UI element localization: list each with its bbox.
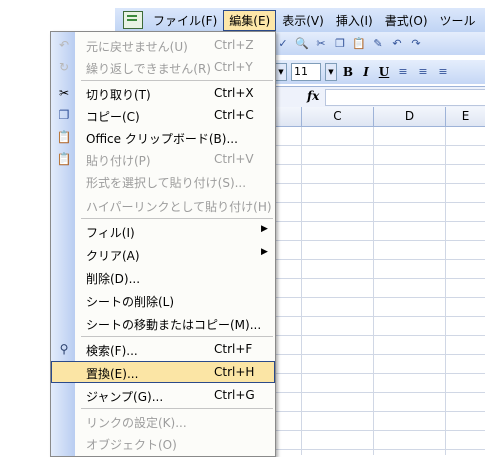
menu-item-copy[interactable]: ❐ コピー(C) Ctrl+C (51, 104, 275, 126)
align-right-icon[interactable]: ≡ (435, 64, 451, 80)
menu-item-label: 元に戻せません(U) (86, 40, 188, 54)
paste-icon: 📋 (56, 152, 72, 166)
menu-separator (81, 336, 273, 337)
copy-icon[interactable]: ❐ (332, 36, 348, 52)
column-header-d[interactable]: D (374, 107, 446, 127)
research-icon[interactable]: 🔍 (294, 36, 310, 52)
menu-item-label: ハイパーリンクとして貼り付け(H) (86, 200, 272, 214)
menu-item-label: ジャンプ(G)... (86, 390, 164, 404)
menu-format[interactable]: 書式(O) (379, 10, 434, 31)
menu-item-label: 形式を選択して貼り付け(S)... (86, 176, 247, 190)
format-painter-icon[interactable]: ✎ (370, 36, 386, 52)
cut-icon[interactable]: ✂ (313, 36, 329, 52)
binoculars-icon: ⚲ (59, 342, 69, 356)
formatting-toolbar: ▼ 11 ▼ B I U ≡ ≡ ≡ (271, 60, 485, 84)
menu-item-shortcut: Ctrl+H (214, 365, 255, 379)
underline-button[interactable]: U (377, 65, 391, 79)
menu-item-delete-sheet[interactable]: シートの削除(L) (51, 289, 275, 311)
menu-item-undo[interactable]: ↶ 元に戻せません(U) Ctrl+Z (51, 34, 275, 56)
menu-item-object[interactable]: オブジェクト(O) (51, 432, 275, 454)
menu-item-label: 切り取り(T) (86, 88, 151, 102)
menu-item-shortcut: Ctrl+Y (214, 60, 253, 74)
menu-view[interactable]: 表示(V) (276, 10, 330, 31)
menu-item-label: 置換(E)... (86, 367, 139, 381)
menu-item-delete[interactable]: 削除(D)... (51, 266, 275, 288)
excel-doc-icon[interactable] (123, 11, 143, 29)
menu-item-redo[interactable]: ↻ 繰り返しできません(R) Ctrl+Y (51, 56, 275, 78)
menu-item-paste-special[interactable]: 形式を選択して貼り付け(S)... (51, 170, 275, 192)
menu-item-shortcut: Ctrl+Z (214, 38, 254, 52)
cell-grid[interactable] (271, 127, 485, 455)
copy-icon: ❐ (58, 108, 70, 122)
menu-item-label: オブジェクト(O) (86, 438, 177, 452)
font-size-dropdown-icon[interactable]: ▼ (325, 63, 337, 81)
standard-toolbar: ✓ 🔍 ✂ ❐ 📋 ✎ ↶ ↷ (271, 32, 485, 55)
clipboard-icon: 📋 (56, 130, 72, 144)
menu-separator (81, 408, 273, 409)
align-left-icon[interactable]: ≡ (395, 64, 411, 80)
menu-item-paste-hyperlink[interactable]: ハイパーリンクとして貼り付け(H) (51, 194, 275, 216)
menu-bar: ファイル(F) 編集(E) 表示(V) 挿入(I) 書式(O) ツール (115, 8, 485, 33)
menu-item-label: Office クリップボード(B)... (86, 132, 238, 146)
menu-item-label: シートの削除(L) (86, 295, 175, 309)
font-name-dropdown-icon[interactable]: ▼ (275, 63, 287, 81)
menu-item-label: 繰り返しできません(R) (86, 62, 211, 76)
font-size-field[interactable]: 11 (291, 63, 321, 81)
column-header-c[interactable]: C (302, 107, 374, 127)
submenu-arrow-icon: ▶ (261, 247, 268, 257)
menu-item-label: 検索(F)... (86, 344, 138, 358)
menu-item-shortcut: Ctrl+C (214, 108, 254, 122)
menu-item-paste[interactable]: 📋 貼り付け(P) Ctrl+V (51, 148, 275, 170)
menu-item-fill[interactable]: フィル(I) ▶ (51, 220, 275, 242)
menu-separator (81, 218, 273, 219)
formula-bar: fx (271, 86, 485, 108)
menu-item-move-copy-sheet[interactable]: シートの移動またはコピー(M)... (51, 312, 275, 334)
menu-item-label: フィル(I) (86, 226, 135, 240)
scissors-icon: ✂ (58, 86, 70, 100)
menu-item-links[interactable]: リンクの設定(K)... (51, 410, 275, 432)
undo-icon[interactable]: ↶ (389, 36, 405, 52)
edit-menu-dropdown: ↶ 元に戻せません(U) Ctrl+Z ↻ 繰り返しできません(R) Ctrl+… (50, 31, 276, 457)
fx-icon[interactable]: fx (307, 89, 319, 103)
menu-item-cut[interactable]: ✂ 切り取り(T) Ctrl+X (51, 82, 275, 104)
formula-input[interactable] (325, 89, 485, 106)
redo-icon[interactable]: ↷ (408, 36, 424, 52)
menu-item-label: 削除(D)... (86, 272, 141, 286)
menu-item-shortcut: Ctrl+X (214, 86, 254, 100)
submenu-arrow-icon: ▶ (261, 224, 268, 234)
spellcheck-icon[interactable]: ✓ (275, 36, 291, 52)
italic-button[interactable]: I (359, 65, 373, 79)
bold-button[interactable]: B (341, 65, 355, 79)
menu-tools[interactable]: ツール (434, 10, 482, 31)
menu-item-label: コピー(C) (86, 110, 140, 124)
menu-item-clear[interactable]: クリア(A) ▶ (51, 243, 275, 265)
menu-item-label: 貼り付け(P) (86, 154, 151, 168)
redo-icon: ↻ (58, 60, 70, 74)
menu-insert[interactable]: 挿入(I) (330, 10, 379, 31)
menu-separator (81, 80, 273, 81)
menu-item-label: クリア(A) (86, 249, 140, 263)
menu-item-office-clipboard[interactable]: 📋 Office クリップボード(B)... (51, 126, 275, 148)
undo-icon: ↶ (58, 38, 70, 52)
menu-file[interactable]: ファイル(F) (147, 10, 223, 31)
menu-item-shortcut: Ctrl+G (214, 388, 255, 402)
menu-item-shortcut: Ctrl+V (214, 152, 254, 166)
column-header-e[interactable]: E (446, 107, 485, 127)
menu-item-find[interactable]: ⚲ 検索(F)... Ctrl+F (51, 338, 275, 360)
menu-edit[interactable]: 編集(E) (223, 9, 277, 31)
menu-item-label: シートの移動またはコピー(M)... (86, 318, 262, 332)
menu-item-goto[interactable]: ジャンプ(G)... Ctrl+G (51, 384, 275, 406)
paste-icon[interactable]: 📋 (351, 36, 367, 52)
align-center-icon[interactable]: ≡ (415, 64, 431, 80)
menu-item-shortcut: Ctrl+F (214, 342, 253, 356)
menu-item-label: リンクの設定(K)... (86, 416, 187, 430)
menu-item-replace[interactable]: 置換(E)... Ctrl+H (51, 361, 275, 383)
